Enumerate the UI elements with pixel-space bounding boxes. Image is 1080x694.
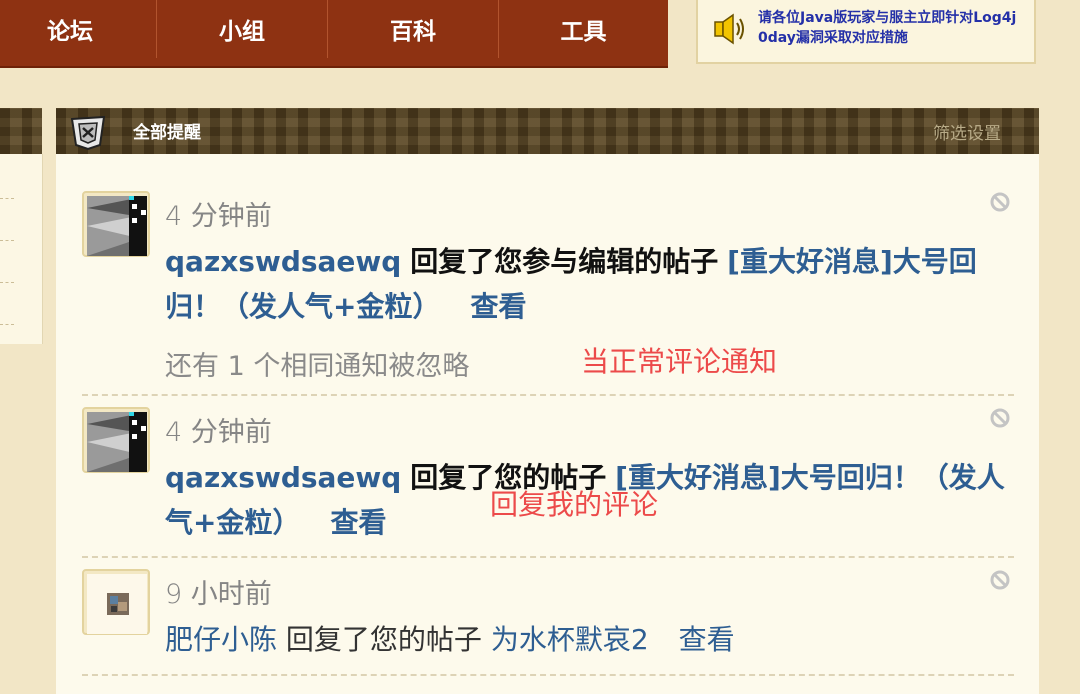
thread-link[interactable]: 为水杯默哀2 bbox=[491, 623, 649, 656]
view-link[interactable]: 查看 bbox=[679, 623, 735, 656]
notification-text: 肥仔小陈 回复了您的帖子 为水杯默哀2 查看 bbox=[165, 617, 1015, 662]
notification-item: 4 分钟前 qazxswdsaewq 回复了您的帖子 [重大好消息]大号回归！（… bbox=[82, 404, 1014, 558]
crest-icon bbox=[68, 113, 108, 155]
nav-item-tools[interactable]: 工具 bbox=[499, 0, 668, 58]
avatar[interactable] bbox=[82, 569, 150, 635]
notifications-header: 全部提醒 筛选设置 bbox=[56, 108, 1039, 154]
notification-action: 回复了您的帖子 bbox=[285, 623, 482, 656]
sidebar-divider bbox=[0, 324, 14, 325]
nav-item-groups[interactable]: 小组 bbox=[157, 0, 328, 58]
speaker-icon bbox=[712, 12, 746, 50]
user-link[interactable]: qazxswdsaewq bbox=[165, 461, 401, 494]
ignored-count-text: 还有 1 个相同通知被忽略 bbox=[165, 351, 470, 382]
notification-time: 9 小时前 bbox=[165, 579, 272, 610]
avatar[interactable] bbox=[82, 407, 150, 473]
page-title: 全部提醒 bbox=[133, 123, 201, 143]
top-nav: 论坛 小组 百科 工具 bbox=[0, 0, 668, 68]
sidebar-header bbox=[0, 108, 42, 154]
view-link[interactable]: 查看 bbox=[470, 290, 526, 323]
notification-action: 回复了您参与编辑的帖子 bbox=[410, 245, 719, 278]
filter-settings-link[interactable]: 筛选设置 bbox=[933, 119, 1001, 144]
notification-item: 9 小时前 肥仔小陈 回复了您的帖子 为水杯默哀2 查看 bbox=[82, 566, 1014, 676]
user-link[interactable]: 肥仔小陈 bbox=[165, 623, 277, 656]
sidebar-divider bbox=[0, 198, 14, 199]
announcement-text[interactable]: 请各位Java版玩家与服主立即针对Log4j 0day漏洞采取对应措施 bbox=[758, 8, 1030, 48]
announcement-box[interactable]: 请各位Java版玩家与服主立即针对Log4j 0day漏洞采取对应措施 bbox=[696, 0, 1036, 64]
ignore-icon[interactable] bbox=[990, 192, 1010, 216]
nav-item-wiki[interactable]: 百科 bbox=[328, 0, 499, 58]
avatar[interactable] bbox=[82, 191, 150, 257]
nav-item-forum[interactable]: 论坛 bbox=[0, 0, 157, 58]
notification-item: 4 分钟前 qazxswdsaewq 回复了您参与编辑的帖子 [重大好消息]大号… bbox=[82, 188, 1014, 396]
ignore-icon[interactable] bbox=[990, 570, 1010, 594]
notification-time: 4 分钟前 bbox=[165, 417, 272, 448]
sidebar-panel bbox=[0, 154, 43, 344]
sidebar-divider bbox=[0, 240, 14, 241]
user-link[interactable]: qazxswdsaewq bbox=[165, 245, 401, 278]
view-link[interactable]: 查看 bbox=[330, 506, 386, 539]
annotation-text: 回复我的评论 bbox=[490, 488, 659, 521]
notification-text: qazxswdsaewq 回复了您参与编辑的帖子 [重大好消息]大号回归！（发人… bbox=[165, 239, 1015, 329]
annotation-text: 当正常评论通知 bbox=[581, 345, 778, 378]
ignore-icon[interactable] bbox=[990, 408, 1010, 432]
notification-time: 4 分钟前 bbox=[165, 201, 272, 232]
sidebar-divider bbox=[0, 282, 14, 283]
